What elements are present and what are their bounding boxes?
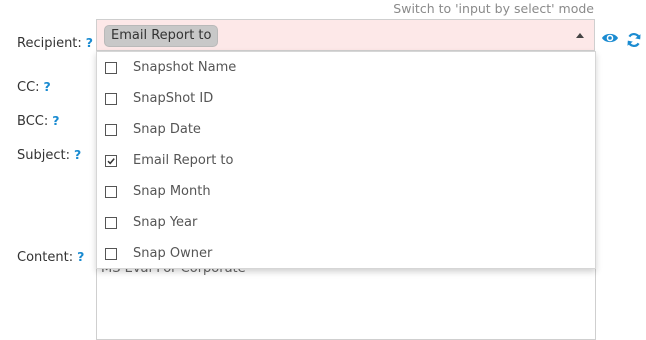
- option-label: Snap Year: [133, 215, 198, 230]
- dropdown-option[interactable]: Email Report to: [97, 145, 595, 176]
- cc-help-icon[interactable]: ?: [44, 79, 51, 94]
- option-checkbox[interactable]: [105, 186, 117, 198]
- option-label: Snap Owner: [133, 246, 213, 261]
- recipient-dropdown-list: Snapshot Name SnapShot ID Snap Date Emai…: [96, 51, 596, 269]
- content-textarea[interactable]: MS Eval For Corporate: [96, 260, 596, 340]
- option-checkbox-checked[interactable]: [105, 155, 117, 167]
- dropdown-option[interactable]: Snap Date: [97, 114, 595, 145]
- bcc-label-text: BCC:: [17, 114, 49, 129]
- subject-help-icon[interactable]: ?: [74, 147, 81, 162]
- content-label: Content:?: [17, 249, 84, 265]
- dropdown-option[interactable]: Snap Year: [97, 207, 595, 238]
- option-label: Snap Month: [133, 184, 211, 199]
- option-label: SnapShot ID: [133, 91, 214, 106]
- option-checkbox[interactable]: [105, 93, 117, 105]
- caret-up-icon[interactable]: [576, 33, 584, 38]
- subject-label: Subject:?: [17, 147, 81, 163]
- subject-label-text: Subject:: [17, 148, 70, 163]
- option-label: Snapshot Name: [133, 60, 237, 75]
- option-label: Snap Date: [133, 122, 201, 137]
- switch-mode-link[interactable]: Switch to 'input by select' mode: [393, 1, 594, 16]
- dropdown-option[interactable]: Snapshot Name: [97, 52, 595, 83]
- refresh-icon[interactable]: [626, 32, 642, 52]
- dropdown-option[interactable]: SnapShot ID: [97, 83, 595, 114]
- option-checkbox[interactable]: [105, 217, 117, 229]
- recipient-selected-tag[interactable]: Email Report to: [104, 25, 219, 47]
- content-label-text: Content:: [17, 250, 74, 265]
- recipient-label: Recipient:?: [17, 35, 93, 51]
- bcc-help-icon[interactable]: ?: [52, 113, 59, 128]
- dropdown-option[interactable]: Snap Owner: [97, 238, 595, 269]
- option-checkbox[interactable]: [105, 248, 117, 260]
- checkmark-icon: [107, 158, 115, 165]
- cc-label-text: CC:: [17, 80, 40, 95]
- dropdown-option[interactable]: Snap Month: [97, 176, 595, 207]
- cc-label: CC:?: [17, 79, 51, 95]
- content-help-icon[interactable]: ?: [77, 249, 84, 264]
- recipient-label-text: Recipient:: [17, 36, 82, 51]
- option-checkbox[interactable]: [105, 124, 117, 136]
- recipient-multiselect[interactable]: Email Report to: [96, 19, 595, 51]
- bcc-label: BCC:?: [17, 113, 60, 129]
- recipient-help-icon[interactable]: ?: [86, 35, 93, 50]
- option-checkbox[interactable]: [105, 62, 117, 74]
- eye-icon[interactable]: [601, 31, 619, 49]
- option-label: Email Report to: [133, 153, 234, 168]
